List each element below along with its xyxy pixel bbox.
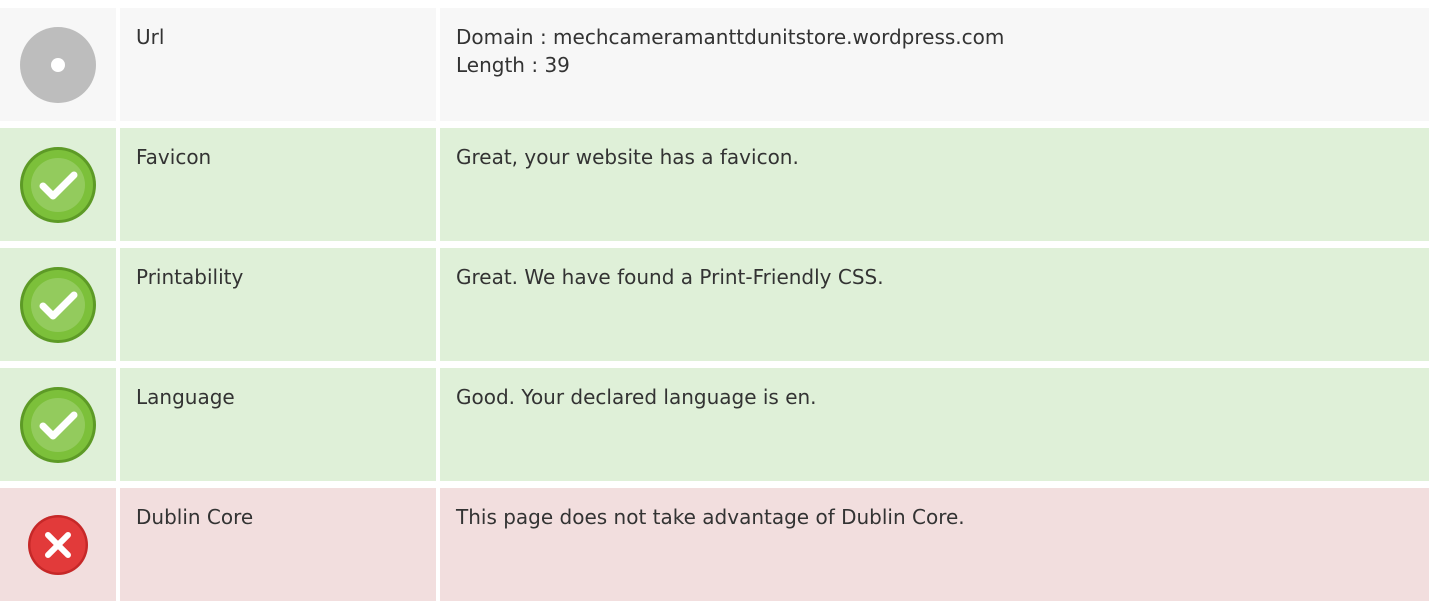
row-label: Favicon [120,128,436,241]
length-line: Length : 39 [456,53,570,77]
row-value: Domain : mechcameramanttdunitstore.wordp… [440,8,1429,121]
row-value: This page does not take advantage of Dub… [440,488,1429,601]
report-row-printability: Printability Great. We have found a Prin… [0,248,1443,361]
row-value: Great, your website has a favicon. [440,128,1429,241]
seo-report-table: Url Domain : mechcameramanttdunitstore.w… [0,0,1443,601]
row-value: Great. We have found a Print-Friendly CS… [440,248,1429,361]
row-label: Language [120,368,436,481]
domain-line: Domain : mechcameramanttdunitstore.wordp… [456,25,1005,49]
favicon-result: Great, your website has a favicon. [456,145,799,169]
row-label: Url [120,8,436,121]
report-row-language: Language Good. Your declared language is… [0,368,1443,481]
check-circle-icon [18,265,98,345]
check-circle-icon [18,145,98,225]
report-row-url: Url Domain : mechcameramanttdunitstore.w… [0,8,1443,121]
row-label: Printability [120,248,436,361]
check-circle-icon [18,385,98,465]
report-row-dublin-core: Dublin Core This page does not take adva… [0,488,1443,601]
info-circle-icon [18,25,98,105]
error-circle-icon [18,505,98,585]
dublin-core-result: This page does not take advantage of Dub… [456,505,965,529]
status-cell [0,488,116,601]
row-label: Dublin Core [120,488,436,601]
status-cell [0,248,116,361]
printability-result: Great. We have found a Print-Friendly CS… [456,265,884,289]
status-cell [0,368,116,481]
row-value: Good. Your declared language is en. [440,368,1429,481]
status-cell [0,8,116,121]
language-result: Good. Your declared language is en. [456,385,817,409]
report-row-favicon: Favicon Great, your website has a favico… [0,128,1443,241]
status-cell [0,128,116,241]
